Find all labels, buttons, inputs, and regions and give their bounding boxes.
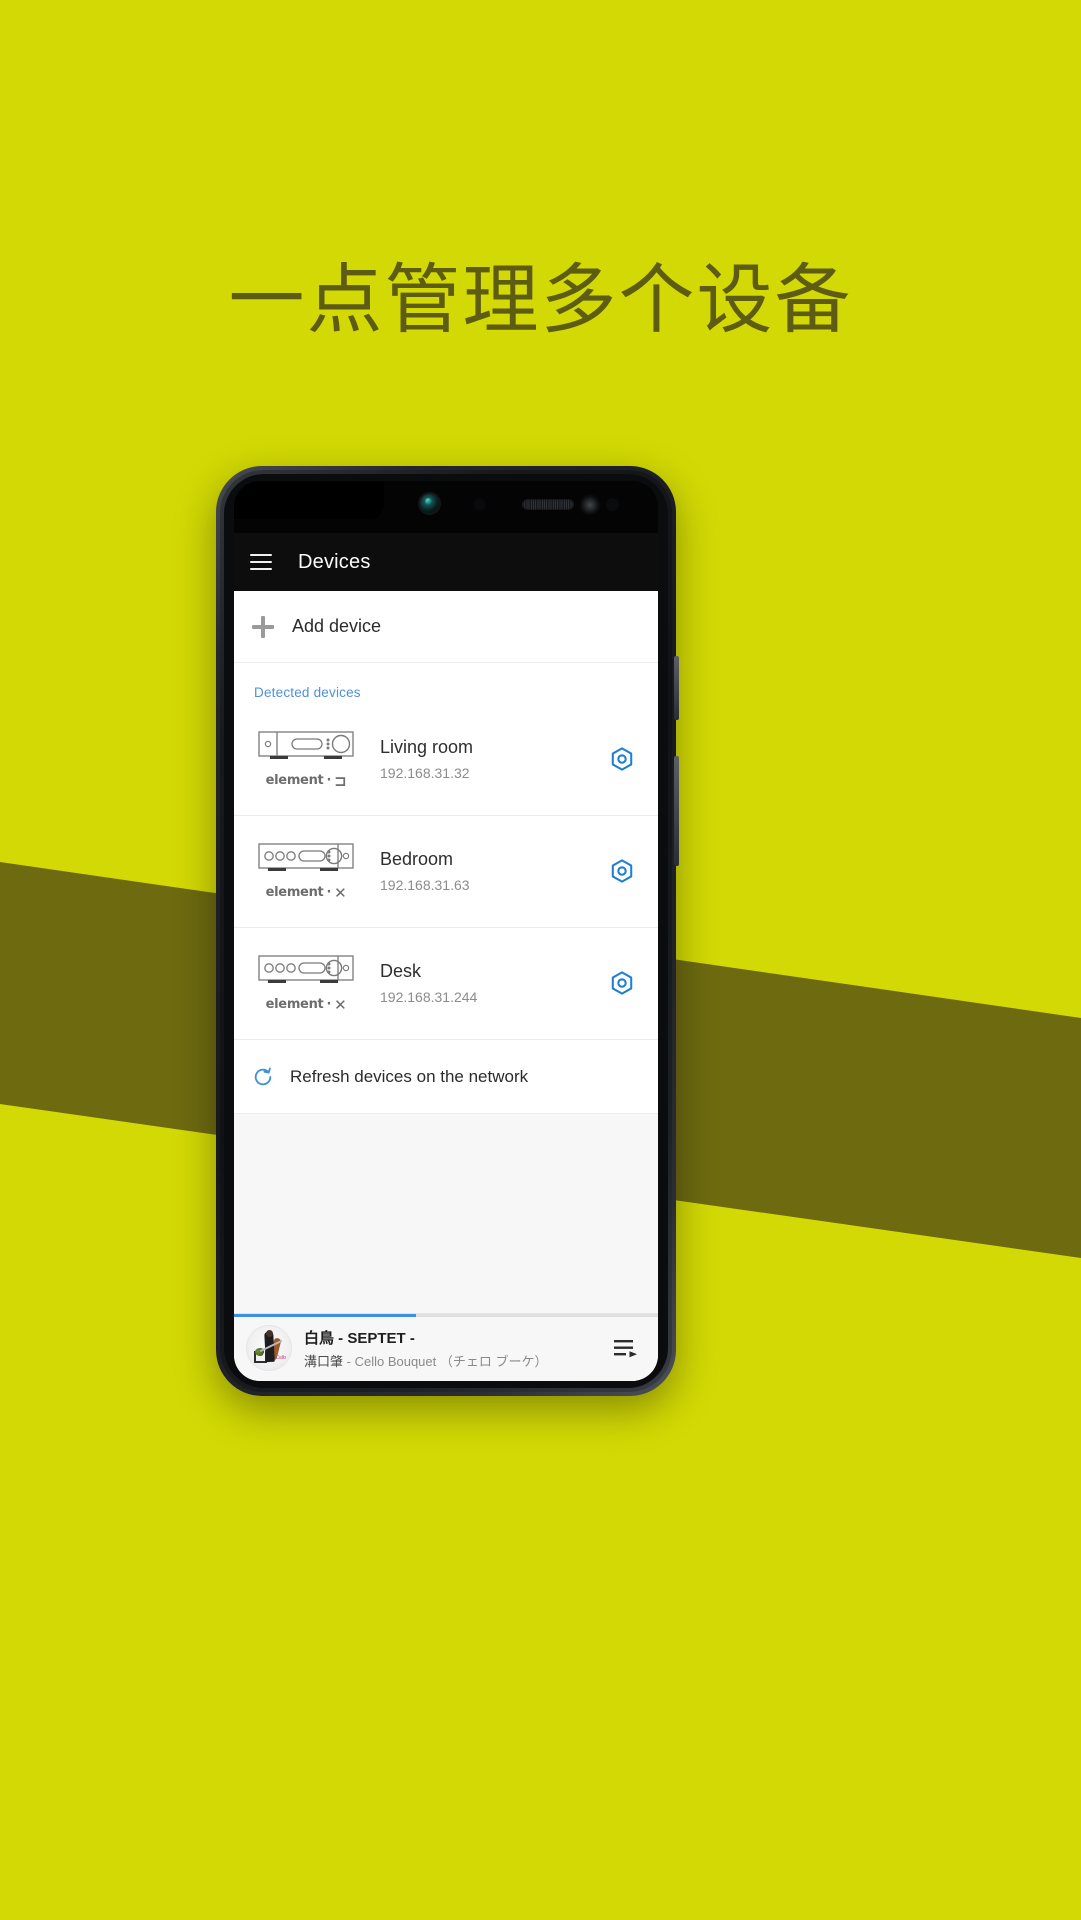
device-settings-button[interactable] bbox=[600, 746, 644, 772]
track-artist: 溝口肇 bbox=[304, 1353, 344, 1369]
device-thumbnail: element · ⊐ bbox=[250, 728, 362, 790]
brand-separator: · bbox=[326, 773, 332, 788]
brand-name: element bbox=[265, 997, 324, 1012]
ir-sensor-blob bbox=[579, 494, 601, 516]
device-amp-triple-knob-icon bbox=[258, 954, 354, 983]
now-playing-text: 白鳥 - SEPTET - 溝口肇 - Cello Bouquet （チェロ ブ… bbox=[292, 1327, 606, 1370]
front-camera-icon bbox=[420, 494, 439, 513]
device-name: Living room bbox=[380, 737, 474, 758]
device-ip: 192.168.31.63 bbox=[380, 876, 470, 893]
brand-separator: · bbox=[326, 997, 332, 1012]
gear-hex-icon bbox=[611, 746, 633, 771]
phone-notch-bar bbox=[234, 481, 658, 533]
phone-volume-button[interactable] bbox=[674, 756, 679, 866]
refresh-icon bbox=[254, 1066, 272, 1085]
playlist-play-icon bbox=[614, 1340, 637, 1358]
device-brand: element · ⊐ bbox=[266, 772, 347, 790]
album-artwork: Cello bbox=[246, 1325, 292, 1371]
proximity-sensor-icon bbox=[472, 497, 487, 512]
artwork-label-text: Cello bbox=[275, 1355, 287, 1361]
device-amp-single-knob-icon bbox=[258, 730, 354, 759]
detected-devices-label: Detected devices bbox=[254, 685, 361, 700]
device-name: Bedroom bbox=[380, 849, 454, 870]
device-name: Desk bbox=[380, 961, 422, 982]
page-title: Devices bbox=[298, 550, 371, 573]
brand-separator: · bbox=[326, 885, 332, 900]
app-bar: Devices bbox=[234, 533, 658, 591]
promo-headline: 一点管理多个设备 bbox=[228, 255, 853, 344]
device-brand: element · ✕ bbox=[266, 884, 347, 902]
device-thumbnail: element · ✕ bbox=[250, 952, 362, 1014]
track-artist-album: 溝口肇 - Cello Bouquet （チェロ ブーケ） bbox=[304, 1351, 606, 1370]
now-playing-bar[interactable]: Cello 白鳥 - SEPTET - 溝口肇 - Cello Bouquet … bbox=[234, 1313, 658, 1381]
brand-name: element bbox=[265, 885, 324, 900]
add-device-button[interactable]: Add device bbox=[234, 591, 658, 663]
artwork-head bbox=[266, 1330, 273, 1337]
refresh-devices-label: Refresh devices on the network bbox=[290, 1066, 529, 1086]
device-info: Bedroom 192.168.31.63 bbox=[362, 848, 600, 892]
gear-hex-icon bbox=[611, 970, 633, 995]
brand-mark: ⊐ bbox=[334, 771, 347, 790]
app-content: Add device Detected devices element · ⊐ … bbox=[234, 591, 658, 1381]
phone-power-button[interactable] bbox=[674, 656, 679, 720]
phone-mockup: Devices Add device Detected devices elem… bbox=[216, 466, 679, 1396]
playlist-queue-button[interactable] bbox=[606, 1337, 646, 1359]
refresh-devices-button[interactable]: Refresh devices on the network bbox=[234, 1040, 658, 1114]
device-info: Desk 192.168.31.244 bbox=[362, 960, 600, 1004]
brand-name: element bbox=[265, 773, 324, 788]
device-brand: element · ✕ bbox=[266, 996, 347, 1014]
device-settings-button[interactable] bbox=[600, 970, 644, 996]
table-row[interactable]: element · ⊐ Living room 192.168.31.32 bbox=[234, 704, 658, 816]
gear-hex-icon bbox=[611, 858, 633, 883]
device-amp-triple-knob-icon bbox=[258, 842, 354, 871]
hamburger-menu-icon[interactable] bbox=[250, 554, 272, 570]
brand-mark: ✕ bbox=[334, 995, 347, 1014]
earpiece-speaker-icon bbox=[522, 499, 574, 510]
device-thumbnail: element · ✕ bbox=[250, 840, 362, 902]
table-row[interactable]: element · ✕ Bedroom 192.168.31.63 bbox=[234, 816, 658, 928]
device-ip: 192.168.31.244 bbox=[380, 988, 478, 1005]
add-device-label: Add device bbox=[292, 616, 382, 636]
table-row[interactable]: element · ✕ Desk 192.168.31.244 bbox=[234, 928, 658, 1040]
track-album: - Cello Bouquet （チェロ ブーケ） bbox=[346, 1353, 548, 1369]
device-ip: 192.168.31.32 bbox=[380, 764, 470, 781]
notch-cutout bbox=[234, 481, 384, 519]
device-info: Living room 192.168.31.32 bbox=[362, 736, 600, 780]
empty-list-area bbox=[234, 1114, 658, 1313]
plus-icon bbox=[252, 615, 274, 638]
brand-mark: ✕ bbox=[334, 883, 347, 902]
track-title: 白鳥 - SEPTET - bbox=[304, 1329, 415, 1347]
phone-screen: Devices Add device Detected devices elem… bbox=[234, 481, 658, 1381]
device-settings-button[interactable] bbox=[600, 858, 644, 884]
light-sensor-icon bbox=[606, 498, 619, 511]
